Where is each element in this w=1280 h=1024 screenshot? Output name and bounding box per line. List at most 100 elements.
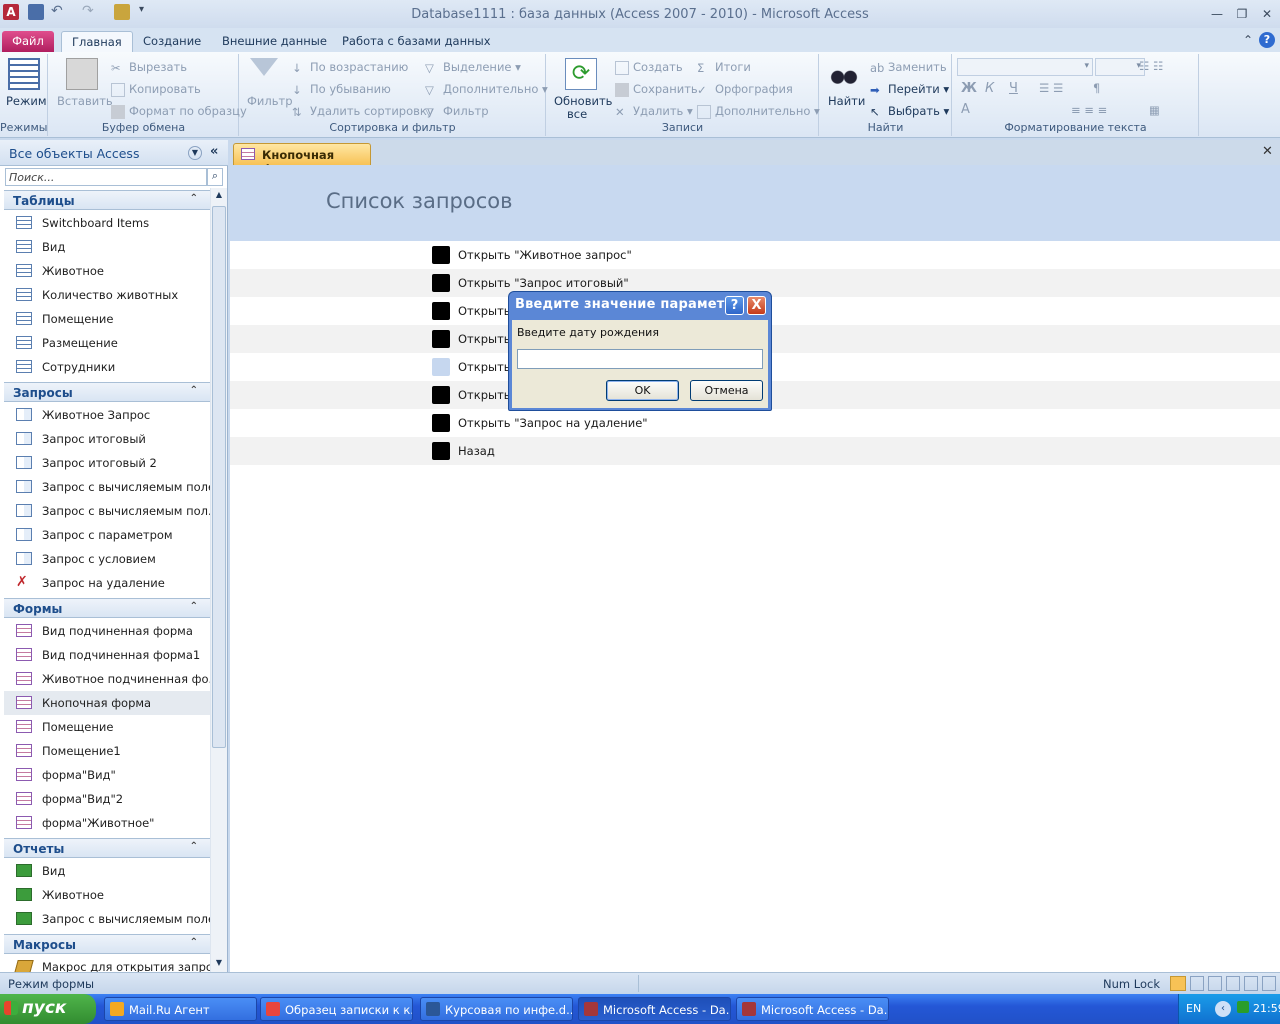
collapse-section-icon[interactable]: ⌃ [190, 193, 198, 204]
tray-app-icon[interactable] [1237, 1001, 1249, 1013]
switchboard-label[interactable]: Открыть [458, 332, 511, 346]
search-input[interactable]: Поиск... [5, 168, 207, 186]
switchboard-button[interactable] [432, 330, 450, 348]
select-button[interactable]: ↖ Выбрать ▾ [870, 104, 949, 119]
tab-file[interactable]: Файл [2, 31, 54, 52]
scroll-up-icon[interactable]: ▲ [213, 190, 225, 202]
nav-item[interactable]: форма"Животное" [4, 811, 210, 835]
nav-item[interactable]: Запрос с вычисляемым полем [4, 907, 210, 931]
parameter-input[interactable] [517, 349, 763, 369]
nav-item[interactable]: форма"Вид"2 [4, 787, 210, 811]
switchboard-button[interactable] [432, 246, 450, 264]
nav-item[interactable]: Запрос итоговый 2 [4, 451, 210, 475]
sql-view-icon[interactable] [1262, 976, 1276, 991]
switchboard-button[interactable] [432, 274, 450, 292]
switchboard-button[interactable] [432, 302, 450, 320]
close-icon[interactable]: ✕ [1257, 6, 1277, 22]
nav-item[interactable]: Животное Запрос [4, 403, 210, 427]
collapse-section-icon[interactable]: ⌃ [190, 385, 198, 396]
minimize-icon[interactable]: — [1207, 6, 1227, 22]
indent-icon[interactable]: ☰ ☰ [1039, 81, 1063, 95]
nav-item[interactable]: Вид [4, 859, 210, 883]
taskbar-button[interactable]: Образец записки к к... [260, 997, 413, 1021]
nav-item[interactable]: форма"Вид" [4, 763, 210, 787]
nav-item[interactable]: Помещение1 [4, 739, 210, 763]
filter-button[interactable]: Фильтр [247, 94, 293, 108]
restore-icon[interactable]: ❐ [1232, 6, 1252, 22]
align-icon[interactable]: ≡ ≡ ≡ [1071, 103, 1107, 117]
refresh-all-button[interactable]: Обновить [554, 94, 612, 108]
start-button[interactable]: пуск [0, 994, 96, 1024]
nav-item[interactable]: Сотрудники [4, 355, 210, 379]
taskbar-button[interactable]: Microsoft Access - Da... [736, 997, 889, 1021]
paragraph-icon[interactable]: ¶ [1093, 81, 1100, 95]
collapse-section-icon[interactable]: ⌃ [190, 841, 198, 852]
taskbar-button[interactable]: Mail.Ru Агент [104, 997, 257, 1021]
switchboard-label[interactable]: Открыть [458, 388, 511, 402]
format-painter-button[interactable]: Формат по образцу [111, 104, 247, 119]
nav-item[interactable]: Помещение [4, 715, 210, 739]
nav-item[interactable]: Животное [4, 259, 210, 283]
gridlines-icon[interactable]: ▦ [1149, 103, 1160, 117]
taskbar-button[interactable]: Microsoft Access - Da... [578, 997, 731, 1021]
nav-item[interactable]: Помещение [4, 307, 210, 331]
goto-button[interactable]: ➡ Перейти ▾ [870, 82, 949, 97]
nav-section-header[interactable]: Макросы ⌃ [4, 934, 210, 954]
help-icon[interactable]: ? [1259, 32, 1275, 48]
new-record-button[interactable]: Создать [615, 60, 683, 75]
nav-item[interactable]: Животное подчиненная фо... [4, 667, 210, 691]
advanced-filter-button[interactable]: ▽ Дополнительно ▾ [425, 82, 548, 97]
switchboard-button[interactable] [432, 386, 450, 404]
spelling-button[interactable]: ✓ Орфография [697, 82, 793, 97]
tab-database-tools[interactable]: Работа с базами данных [332, 31, 501, 52]
switchboard-button[interactable] [432, 358, 450, 376]
nav-item[interactable]: Вид подчиненная форма1 [4, 643, 210, 667]
nav-section-header[interactable]: Таблицы ⌃ [4, 190, 210, 210]
nav-scrollbar[interactable]: ▲ ▼ [210, 188, 227, 972]
tray-expand-icon[interactable]: ‹ [1215, 1001, 1231, 1017]
replace-button[interactable]: ab Заменить [870, 60, 947, 75]
paste-icon[interactable] [66, 58, 98, 90]
font-name-combo[interactable]: ▾ [957, 58, 1093, 76]
nav-scroll-thumb[interactable] [212, 206, 226, 748]
nav-menu-icon[interactable]: ▼ [188, 146, 202, 160]
records-more-button[interactable]: Дополнительно ▾ [697, 104, 820, 119]
totals-button[interactable]: Σ Итоги [697, 60, 751, 75]
taskbar-button[interactable]: Курсовая по инфе.d... [420, 997, 573, 1021]
document-tab[interactable]: Кнопочная форма [233, 143, 371, 176]
view-mode-button[interactable]: Режим [6, 94, 47, 108]
sort-ascending-button[interactable]: ↓ По возрастанию [292, 60, 408, 75]
nav-section-header[interactable]: Формы ⌃ [4, 598, 210, 618]
nav-item[interactable]: ✗ Запрос на удаление [4, 571, 210, 595]
refresh-icon[interactable]: ⟳ [565, 58, 597, 90]
dialog-close-icon[interactable]: X [747, 296, 766, 315]
search-icon[interactable]: ⌕ [207, 168, 223, 186]
tab-create[interactable]: Создание [133, 31, 211, 52]
collapse-section-icon[interactable]: ⌃ [190, 601, 198, 612]
tab-home[interactable]: Главная [61, 31, 133, 52]
dialog-help-icon[interactable]: ? [725, 296, 744, 315]
nav-item[interactable]: Вид [4, 235, 210, 259]
view-mode-icon[interactable] [8, 58, 40, 90]
remove-sort-button[interactable]: ⇅ Удалить сортировку [292, 104, 434, 119]
nav-section-header[interactable]: Запросы ⌃ [4, 382, 210, 402]
nav-item[interactable]: Макрос для открытия запро... [4, 955, 210, 972]
font-color-button[interactable]: А [961, 102, 970, 117]
nav-item[interactable]: Кнопочная форма [4, 691, 210, 715]
nav-item[interactable]: Вид подчиненная форма [4, 619, 210, 643]
sort-descending-button[interactable]: ↓ По убыванию [292, 82, 391, 97]
italic-button[interactable]: К [985, 81, 994, 96]
paste-button[interactable]: Вставить [57, 94, 113, 108]
bold-button[interactable]: Ж [961, 81, 977, 96]
language-indicator[interactable]: EN [1186, 1002, 1201, 1015]
pivot-view-icon[interactable] [1208, 976, 1222, 991]
nav-item[interactable]: Размещение [4, 331, 210, 355]
nav-item[interactable]: Запрос итоговый [4, 427, 210, 451]
cancel-button[interactable]: Отмена [690, 380, 763, 401]
find-button[interactable]: Найти [828, 94, 865, 108]
toggle-filter-button[interactable]: ▽ Фильтр [425, 104, 489, 119]
datasheet-view-icon[interactable] [1190, 976, 1204, 991]
binoculars-icon[interactable] [828, 58, 860, 90]
selection-button[interactable]: ▽ Выделение ▾ [425, 60, 521, 75]
cut-button[interactable]: ✂ Вырезать [111, 60, 187, 75]
